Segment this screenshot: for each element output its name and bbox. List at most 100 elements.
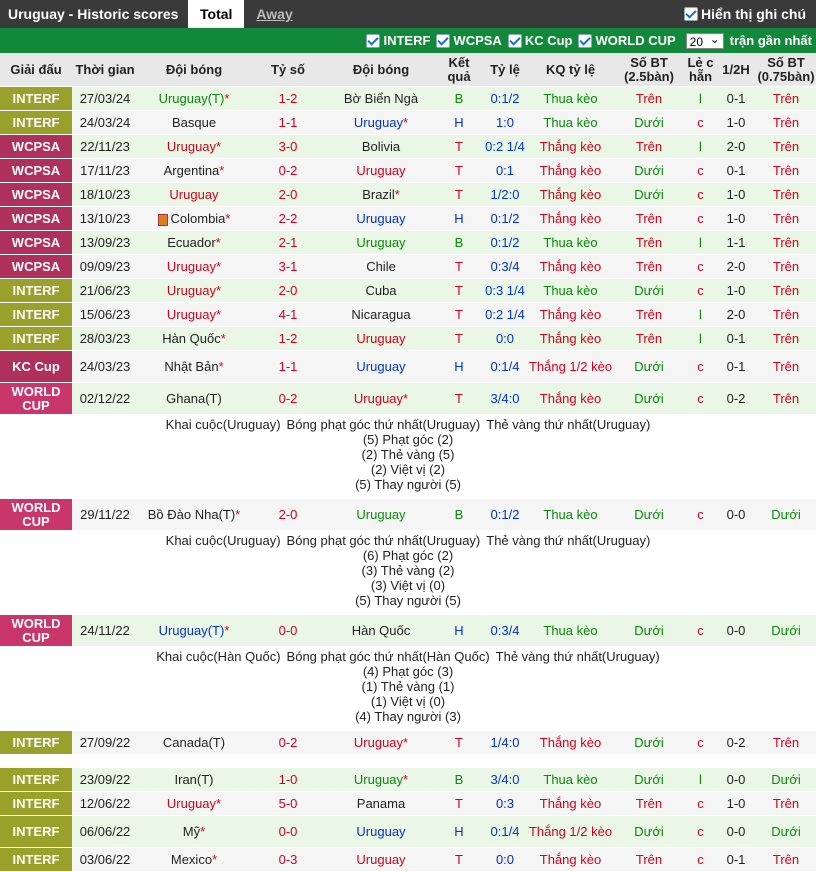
home-team[interactable]: Argentina* <box>138 158 250 183</box>
home-team-name[interactable]: Uruguay(T) <box>159 623 225 638</box>
league-cell[interactable]: INTERF <box>0 815 72 848</box>
home-team-name[interactable]: Mỹ <box>183 824 200 839</box>
home-team[interactable]: Ecuador* <box>138 230 250 255</box>
checkbox-icon[interactable] <box>578 33 593 48</box>
score-cell[interactable]: 1-0 <box>250 767 326 792</box>
tab-away[interactable]: Away <box>244 0 304 28</box>
away-team[interactable]: Cuba <box>326 278 436 303</box>
away-team-name[interactable]: Uruguay <box>356 331 405 346</box>
away-team-name[interactable]: Nicaragua <box>351 307 410 322</box>
away-team-name[interactable]: Hàn Quốc <box>352 623 411 638</box>
home-team[interactable]: Uruguay* <box>138 134 250 159</box>
league-cell[interactable]: INTERF <box>0 767 72 792</box>
away-team[interactable]: Chile <box>326 254 436 279</box>
league-cell[interactable]: WORLD CUP <box>0 382 72 415</box>
home-team[interactable]: Canada(T) <box>138 730 250 755</box>
away-team[interactable]: Nicaragua <box>326 302 436 327</box>
away-team-name[interactable]: Cuba <box>365 283 396 298</box>
league-cell[interactable]: INTERF <box>0 791 72 816</box>
home-team-name[interactable]: Uruguay <box>167 307 216 322</box>
league-cell[interactable]: WCPSA <box>0 230 72 255</box>
score-cell[interactable]: 0-2 <box>250 158 326 183</box>
home-team[interactable]: Bồ Đào Nha(T)* <box>138 498 250 531</box>
filter-world-cup[interactable]: WORLD CUP <box>578 33 676 48</box>
score-cell[interactable]: 0-2 <box>250 730 326 755</box>
league-cell[interactable]: KC Cup <box>0 350 72 383</box>
home-team-name[interactable]: Argentina <box>164 163 220 178</box>
league-cell[interactable]: WCPSA <box>0 134 72 159</box>
home-team-name[interactable]: Uruguay <box>169 187 218 202</box>
score-cell[interactable]: 2-0 <box>250 182 326 207</box>
home-team-name[interactable]: Uruguay <box>167 796 216 811</box>
home-team-name[interactable]: Uruguay(T) <box>159 91 225 106</box>
score-cell[interactable]: 0-0 <box>250 614 326 647</box>
away-team-name[interactable]: Uruguay <box>356 211 405 226</box>
away-team[interactable]: Uruguay <box>326 498 436 531</box>
home-team[interactable]: Nhật Bản* <box>138 350 250 383</box>
home-team[interactable]: Basque <box>138 110 250 135</box>
away-team-name[interactable]: Uruguay <box>356 359 405 374</box>
away-team[interactable]: Uruguay* <box>326 767 436 792</box>
score-cell[interactable]: 1-2 <box>250 86 326 111</box>
score-cell[interactable]: 5-0 <box>250 791 326 816</box>
league-cell[interactable]: INTERF <box>0 110 72 135</box>
score-cell[interactable]: 1-1 <box>250 350 326 383</box>
away-team-name[interactable]: Panama <box>357 796 405 811</box>
score-cell[interactable]: 3-1 <box>250 254 326 279</box>
away-team[interactable]: Bờ Biển Ngà <box>326 86 436 111</box>
away-team[interactable]: Uruguay* <box>326 382 436 415</box>
home-team[interactable]: Uruguay(T)* <box>138 86 250 111</box>
away-team-name[interactable]: Uruguay <box>356 852 405 867</box>
home-team[interactable]: Hàn Quốc* <box>138 326 250 351</box>
away-team-name[interactable]: Uruguay <box>354 115 403 130</box>
home-team[interactable]: Mexico* <box>138 847 250 872</box>
away-team-name[interactable]: Bolivia <box>362 139 400 154</box>
score-cell[interactable]: 2-2 <box>250 206 326 231</box>
league-cell[interactable]: WORLD CUP <box>0 614 72 647</box>
away-team[interactable]: Hàn Quốc <box>326 614 436 647</box>
home-team-name[interactable]: Ecuador <box>167 235 215 250</box>
home-team[interactable]: Iran(T) <box>138 767 250 792</box>
filter-interf[interactable]: INTERF <box>366 33 430 48</box>
score-cell[interactable]: 2-0 <box>250 278 326 303</box>
away-team-name[interactable]: Uruguay <box>356 824 405 839</box>
away-team-name[interactable]: Chile <box>366 259 396 274</box>
league-cell[interactable]: INTERF <box>0 326 72 351</box>
away-team[interactable]: Uruguay* <box>326 110 436 135</box>
home-team-name[interactable]: Uruguay <box>167 283 216 298</box>
match-count-select[interactable]: 20 <box>685 31 724 49</box>
home-team-name[interactable]: Basque <box>172 115 216 130</box>
score-cell[interactable]: 0-0 <box>250 815 326 848</box>
score-cell[interactable]: 2-1 <box>250 230 326 255</box>
league-cell[interactable]: WCPSA <box>0 158 72 183</box>
score-cell[interactable]: 1-1 <box>250 110 326 135</box>
score-cell[interactable]: 0-3 <box>250 847 326 872</box>
home-team[interactable]: Ghana(T) <box>138 382 250 415</box>
home-team[interactable]: Mỹ* <box>138 815 250 848</box>
away-team-name[interactable]: Uruguay <box>356 235 405 250</box>
away-team-name[interactable]: Brazil <box>362 187 395 202</box>
score-cell[interactable]: 3-0 <box>250 134 326 159</box>
home-team-name[interactable]: Mexico <box>171 852 212 867</box>
away-team-name[interactable]: Uruguay <box>354 772 403 787</box>
home-team[interactable]: Uruguay <box>138 182 250 207</box>
home-team[interactable]: Colombia* <box>138 206 250 231</box>
home-team-name[interactable]: Colombia <box>171 211 226 226</box>
home-team-name[interactable]: Uruguay <box>167 139 216 154</box>
home-team[interactable]: Uruguay* <box>138 254 250 279</box>
league-cell[interactable]: INTERF <box>0 278 72 303</box>
away-team[interactable]: Uruguay <box>326 326 436 351</box>
league-cell[interactable]: INTERF <box>0 86 72 111</box>
home-team-name[interactable]: Bồ Đào Nha(T) <box>148 507 235 522</box>
score-cell[interactable]: 4-1 <box>250 302 326 327</box>
league-cell[interactable]: INTERF <box>0 730 72 755</box>
home-team[interactable]: Uruguay(T)* <box>138 614 250 647</box>
checkbox-icon[interactable] <box>366 33 381 48</box>
away-team[interactable]: Uruguay <box>326 350 436 383</box>
checkbox-icon[interactable] <box>684 7 698 21</box>
home-team-name[interactable]: Uruguay <box>167 259 216 274</box>
checkbox-icon[interactable] <box>507 33 522 48</box>
home-team[interactable]: Uruguay* <box>138 791 250 816</box>
home-team-name[interactable]: Canada(T) <box>163 735 225 750</box>
home-team-name[interactable]: Nhật Bản <box>164 359 218 374</box>
